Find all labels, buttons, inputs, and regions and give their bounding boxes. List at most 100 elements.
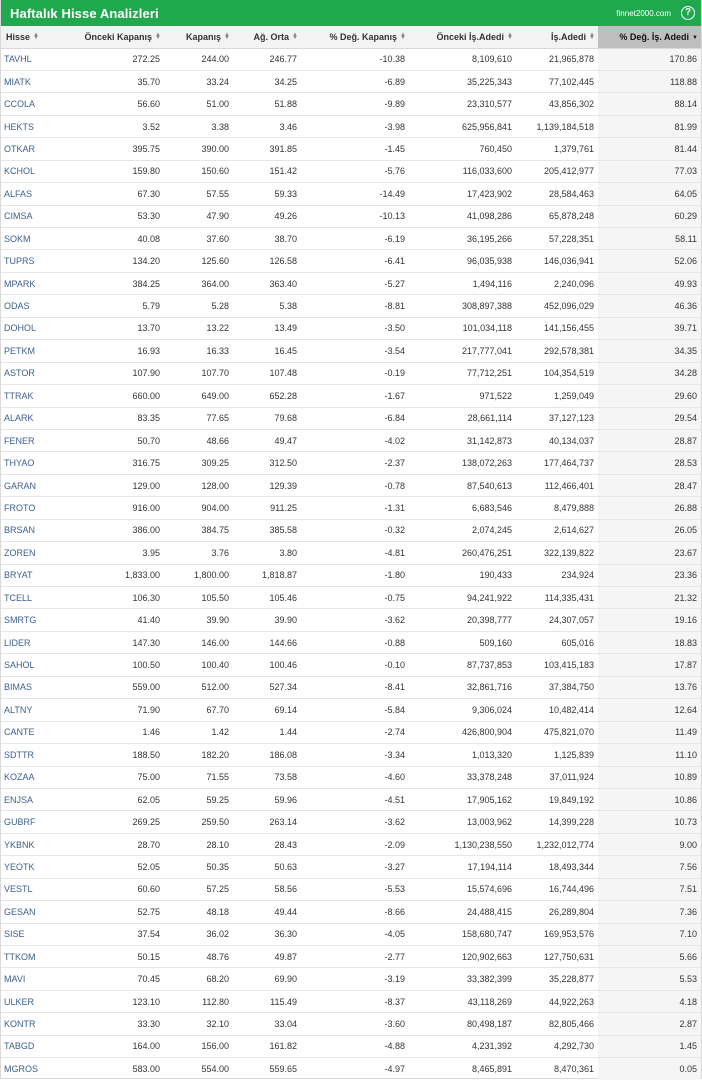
- stock-symbol-link[interactable]: DOHOL: [1, 316, 57, 340]
- stock-symbol-link[interactable]: TCELL: [1, 585, 57, 609]
- table-row[interactable]: BIMAS 559.00 512.00 527.34 -8.41 32,861,716 37…: [1, 675, 701, 699]
- stock-symbol-link[interactable]: TTRAK: [1, 384, 57, 407]
- stock-symbol-link[interactable]: SOKM: [1, 226, 57, 250]
- table-row[interactable]: GUBRF 269.25 259.50 263.14 -3.62 13,003,962 14…: [1, 810, 701, 834]
- stock-symbol-link[interactable]: TUPRS: [1, 249, 57, 273]
- table-row[interactable]: SOKM 40.08 37.60 38.70 -6.19 36,195,266 57,228…: [1, 226, 701, 250]
- table-row[interactable]: THYAO 316.75 309.25 312.50 -2.37 138,072,263 1…: [1, 451, 701, 475]
- table-row[interactable]: SAHOL 100.50 100.40 100.46 -0.10 87,737,853 10…: [1, 653, 701, 677]
- stock-symbol-link[interactable]: ASTOR: [1, 361, 57, 385]
- table-row[interactable]: GARAN 129.00 128.00 129.39 -0.78 87,540,613 11…: [1, 473, 701, 497]
- stock-symbol-link[interactable]: BRYAT: [1, 563, 57, 587]
- stock-symbol-link[interactable]: KONTR: [1, 1012, 57, 1036]
- table-row[interactable]: BRSAN 386.00 384.75 385.58 -0.32 2,074,245 2,6…: [1, 518, 701, 542]
- table-row[interactable]: SMRTG 41.40 39.90 39.90 -3.62 20,398,777 24,30…: [1, 608, 701, 632]
- column-header-volume[interactable]: İş.Adedi ▲ ▼: [516, 26, 598, 49]
- stock-symbol-link[interactable]: MIATK: [1, 69, 57, 93]
- table-row[interactable]: ALFAS 67.30 57.55 59.33 -14.49 17,423,902 28,5…: [1, 182, 701, 206]
- stock-symbol-link[interactable]: CCOLA: [1, 92, 57, 116]
- stock-symbol-link[interactable]: SAHOL: [1, 653, 57, 677]
- stock-symbol-link[interactable]: SMRTG: [1, 608, 57, 632]
- stock-symbol-link[interactable]: MAVI: [1, 967, 57, 991]
- stock-symbol-link[interactable]: GUBRF: [1, 810, 57, 834]
- stock-symbol-link[interactable]: ULKER: [1, 989, 57, 1013]
- stock-symbol-link[interactable]: FENER: [1, 428, 57, 452]
- stock-symbol-link[interactable]: ZOREN: [1, 541, 57, 565]
- table-row[interactable]: GESAN 52.75 48.18 49.44 -8.66 24,488,415 26,28…: [1, 900, 701, 924]
- table-row[interactable]: ALTNY 71.90 67.70 69.14 -5.84 9,306,024 10,482…: [1, 698, 701, 722]
- table-row[interactable]: FENER 50.70 48.66 49.47 -4.02 31,142,873 40,13…: [1, 428, 701, 452]
- table-row[interactable]: MGROS 583.00 554.00 559.65 -4.97 8,465,891 8,4…: [1, 1057, 701, 1080]
- table-row[interactable]: KCHOL 159.80 150.60 151.42 -5.76 116,033,600 2…: [1, 159, 701, 183]
- stock-symbol-link[interactable]: BRSAN: [1, 518, 57, 542]
- stock-symbol-link[interactable]: YKBNK: [1, 832, 57, 856]
- stock-symbol-link[interactable]: LIDER: [1, 630, 57, 654]
- stock-symbol-link[interactable]: KCHOL: [1, 159, 57, 183]
- stock-symbol-link[interactable]: YEOTK: [1, 855, 57, 879]
- stock-symbol-link[interactable]: ALFAS: [1, 182, 57, 206]
- table-row[interactable]: ASTOR 107.90 107.70 107.48 -0.19 77,712,251 10…: [1, 361, 701, 385]
- stock-symbol-link[interactable]: GESAN: [1, 900, 57, 924]
- stock-symbol-link[interactable]: ALTNY: [1, 698, 57, 722]
- stock-symbol-link[interactable]: FROTO: [1, 496, 57, 520]
- table-row[interactable]: PETKM 16.93 16.33 16.45 -3.54 217,777,041 292,…: [1, 339, 701, 363]
- stock-symbol-link[interactable]: ALARK: [1, 406, 57, 430]
- table-row[interactable]: MAVI 70.45 68.20 69.90 -3.19 33,382,399 35,228…: [1, 967, 701, 991]
- column-header-weighted-average[interactable]: Ağ. Orta ▲ ▼: [233, 26, 301, 49]
- site-link[interactable]: finnet2000.com: [616, 9, 671, 18]
- table-row[interactable]: ENJSA 62.05 59.25 59.96 -4.51 17,905,162 19,84…: [1, 787, 701, 811]
- stock-symbol-link[interactable]: TABGD: [1, 1034, 57, 1058]
- table-row[interactable]: ULKER 123.10 112.80 115.49 -8.37 43,118,269 44…: [1, 989, 701, 1013]
- table-row[interactable]: TTKOM 50.15 48.76 49.87 -2.77 120,902,663 127,…: [1, 944, 701, 968]
- table-row[interactable]: FROTO 916.00 904.00 911.25 -1.31 6,683,546 8,4…: [1, 496, 701, 520]
- table-row[interactable]: ODAS 5.79 5.28 5.38 -8.81 308,897,388 452,096,…: [1, 294, 701, 318]
- table-row[interactable]: ALARK 83.35 77.65 79.68 -6.84 28,661,114 37,12…: [1, 406, 701, 430]
- stock-symbol-link[interactable]: CIMSA: [1, 204, 57, 228]
- table-row[interactable]: TABGD 164.00 156.00 161.82 -4.88 4,231,392 4,2…: [1, 1034, 701, 1058]
- table-row[interactable]: TUPRS 134.20 125.60 126.58 -6.41 96,035,938 14…: [1, 249, 701, 273]
- table-row[interactable]: SDTTR 188.50 182.20 186.08 -3.34 1,013,320 1,1…: [1, 743, 701, 766]
- table-row[interactable]: TAVHL 272.25 244.00 246.77 -10.38 8,109,610 21…: [1, 48, 701, 71]
- help-icon[interactable]: ?: [681, 6, 695, 20]
- stock-symbol-link[interactable]: VESTL: [1, 877, 57, 901]
- stock-symbol-link[interactable]: TTKOM: [1, 944, 57, 968]
- table-row[interactable]: HEKTS 3.52 3.38 3.46 -3.98 625,956,841 1,139,1…: [1, 114, 701, 138]
- table-row[interactable]: OTKAR 395.75 390.00 391.85 -1.45 760,450 1,379…: [1, 137, 701, 161]
- table-row[interactable]: TCELL 106.30 105.50 105.46 -0.75 94,241,922 11…: [1, 585, 701, 609]
- table-row[interactable]: CIMSA 53.30 47.90 49.26 -10.13 41,098,286 65,8…: [1, 204, 701, 228]
- table-row[interactable]: KOZAA 75.00 71.55 73.58 -4.60 33,378,248 37,01…: [1, 765, 701, 789]
- stock-symbol-link[interactable]: TAVHL: [1, 48, 57, 70]
- stock-symbol-link[interactable]: PETKM: [1, 339, 57, 363]
- table-row[interactable]: DOHOL 13.70 13.22 13.49 -3.50 101,034,118 141,…: [1, 316, 701, 340]
- column-header-symbol[interactable]: Hisse ▲ ▼: [1, 26, 57, 49]
- table-row[interactable]: CCOLA 56.60 51.00 51.88 -9.89 23,310,577 43,85…: [1, 92, 701, 116]
- table-row[interactable]: LIDER 147.30 146.00 144.66 -0.88 509,160 605,0…: [1, 630, 701, 654]
- table-row[interactable]: KONTR 33.30 32.10 33.04 -3.60 80,498,187 82,80…: [1, 1012, 701, 1036]
- stock-symbol-link[interactable]: MPARK: [1, 271, 57, 295]
- table-row[interactable]: BRYAT 1,833.00 1,800.00 1,818.87 -1.80 190,43…: [1, 563, 701, 587]
- table-row[interactable]: MPARK 384.25 364.00 363.40 -5.27 1,494,116 2,2…: [1, 271, 701, 295]
- table-row[interactable]: ZOREN 3.95 3.76 3.80 -4.81 260,476,251 322,139…: [1, 541, 701, 565]
- stock-symbol-link[interactable]: GARAN: [1, 473, 57, 497]
- stock-symbol-link[interactable]: THYAO: [1, 451, 57, 475]
- column-header-change-close[interactable]: % Değ. Kapanış ▲ ▼: [301, 26, 409, 49]
- stock-symbol-link[interactable]: OTKAR: [1, 137, 57, 161]
- table-row[interactable]: TTRAK 660.00 649.00 652.28 -1.67 971,522 1,259…: [1, 384, 701, 407]
- stock-symbol-link[interactable]: SISE: [1, 922, 57, 946]
- column-header-close[interactable]: Kapanış ▲ ▼: [164, 26, 233, 49]
- table-row[interactable]: SISE 37.54 36.02 36.30 -4.05 158,680,747 169,9…: [1, 922, 701, 946]
- table-row[interactable]: YKBNK 28.70 28.10 28.43 -2.09 1,130,238,550 1,…: [1, 832, 701, 856]
- column-header-change-volume[interactable]: % Değ. İş. Adedi▲▼: [598, 26, 701, 49]
- stock-symbol-link[interactable]: ODAS: [1, 294, 57, 318]
- stock-symbol-link[interactable]: ENJSA: [1, 787, 57, 811]
- stock-symbol-link[interactable]: HEKTS: [1, 114, 57, 138]
- stock-symbol-link[interactable]: MGROS: [1, 1057, 57, 1080]
- column-header-prev-close[interactable]: Önceki Kapanış ▲ ▼: [57, 26, 164, 49]
- column-header-prev-volume[interactable]: Önceki İş.Adedi ▲ ▼: [409, 26, 516, 49]
- table-row[interactable]: YEOTK 52.05 50.35 50.63 -3.27 17,194,114 18,49…: [1, 855, 701, 879]
- stock-symbol-link[interactable]: CANTE: [1, 720, 57, 744]
- table-row[interactable]: VESTL 60.60 57.25 58.56 -5.53 15,574,696 16,74…: [1, 877, 701, 901]
- stock-symbol-link[interactable]: SDTTR: [1, 743, 57, 766]
- stock-symbol-link[interactable]: KOZAA: [1, 765, 57, 789]
- table-row[interactable]: MIATK 35.70 33.24 34.25 -6.89 35,225,343 77,10…: [1, 69, 701, 93]
